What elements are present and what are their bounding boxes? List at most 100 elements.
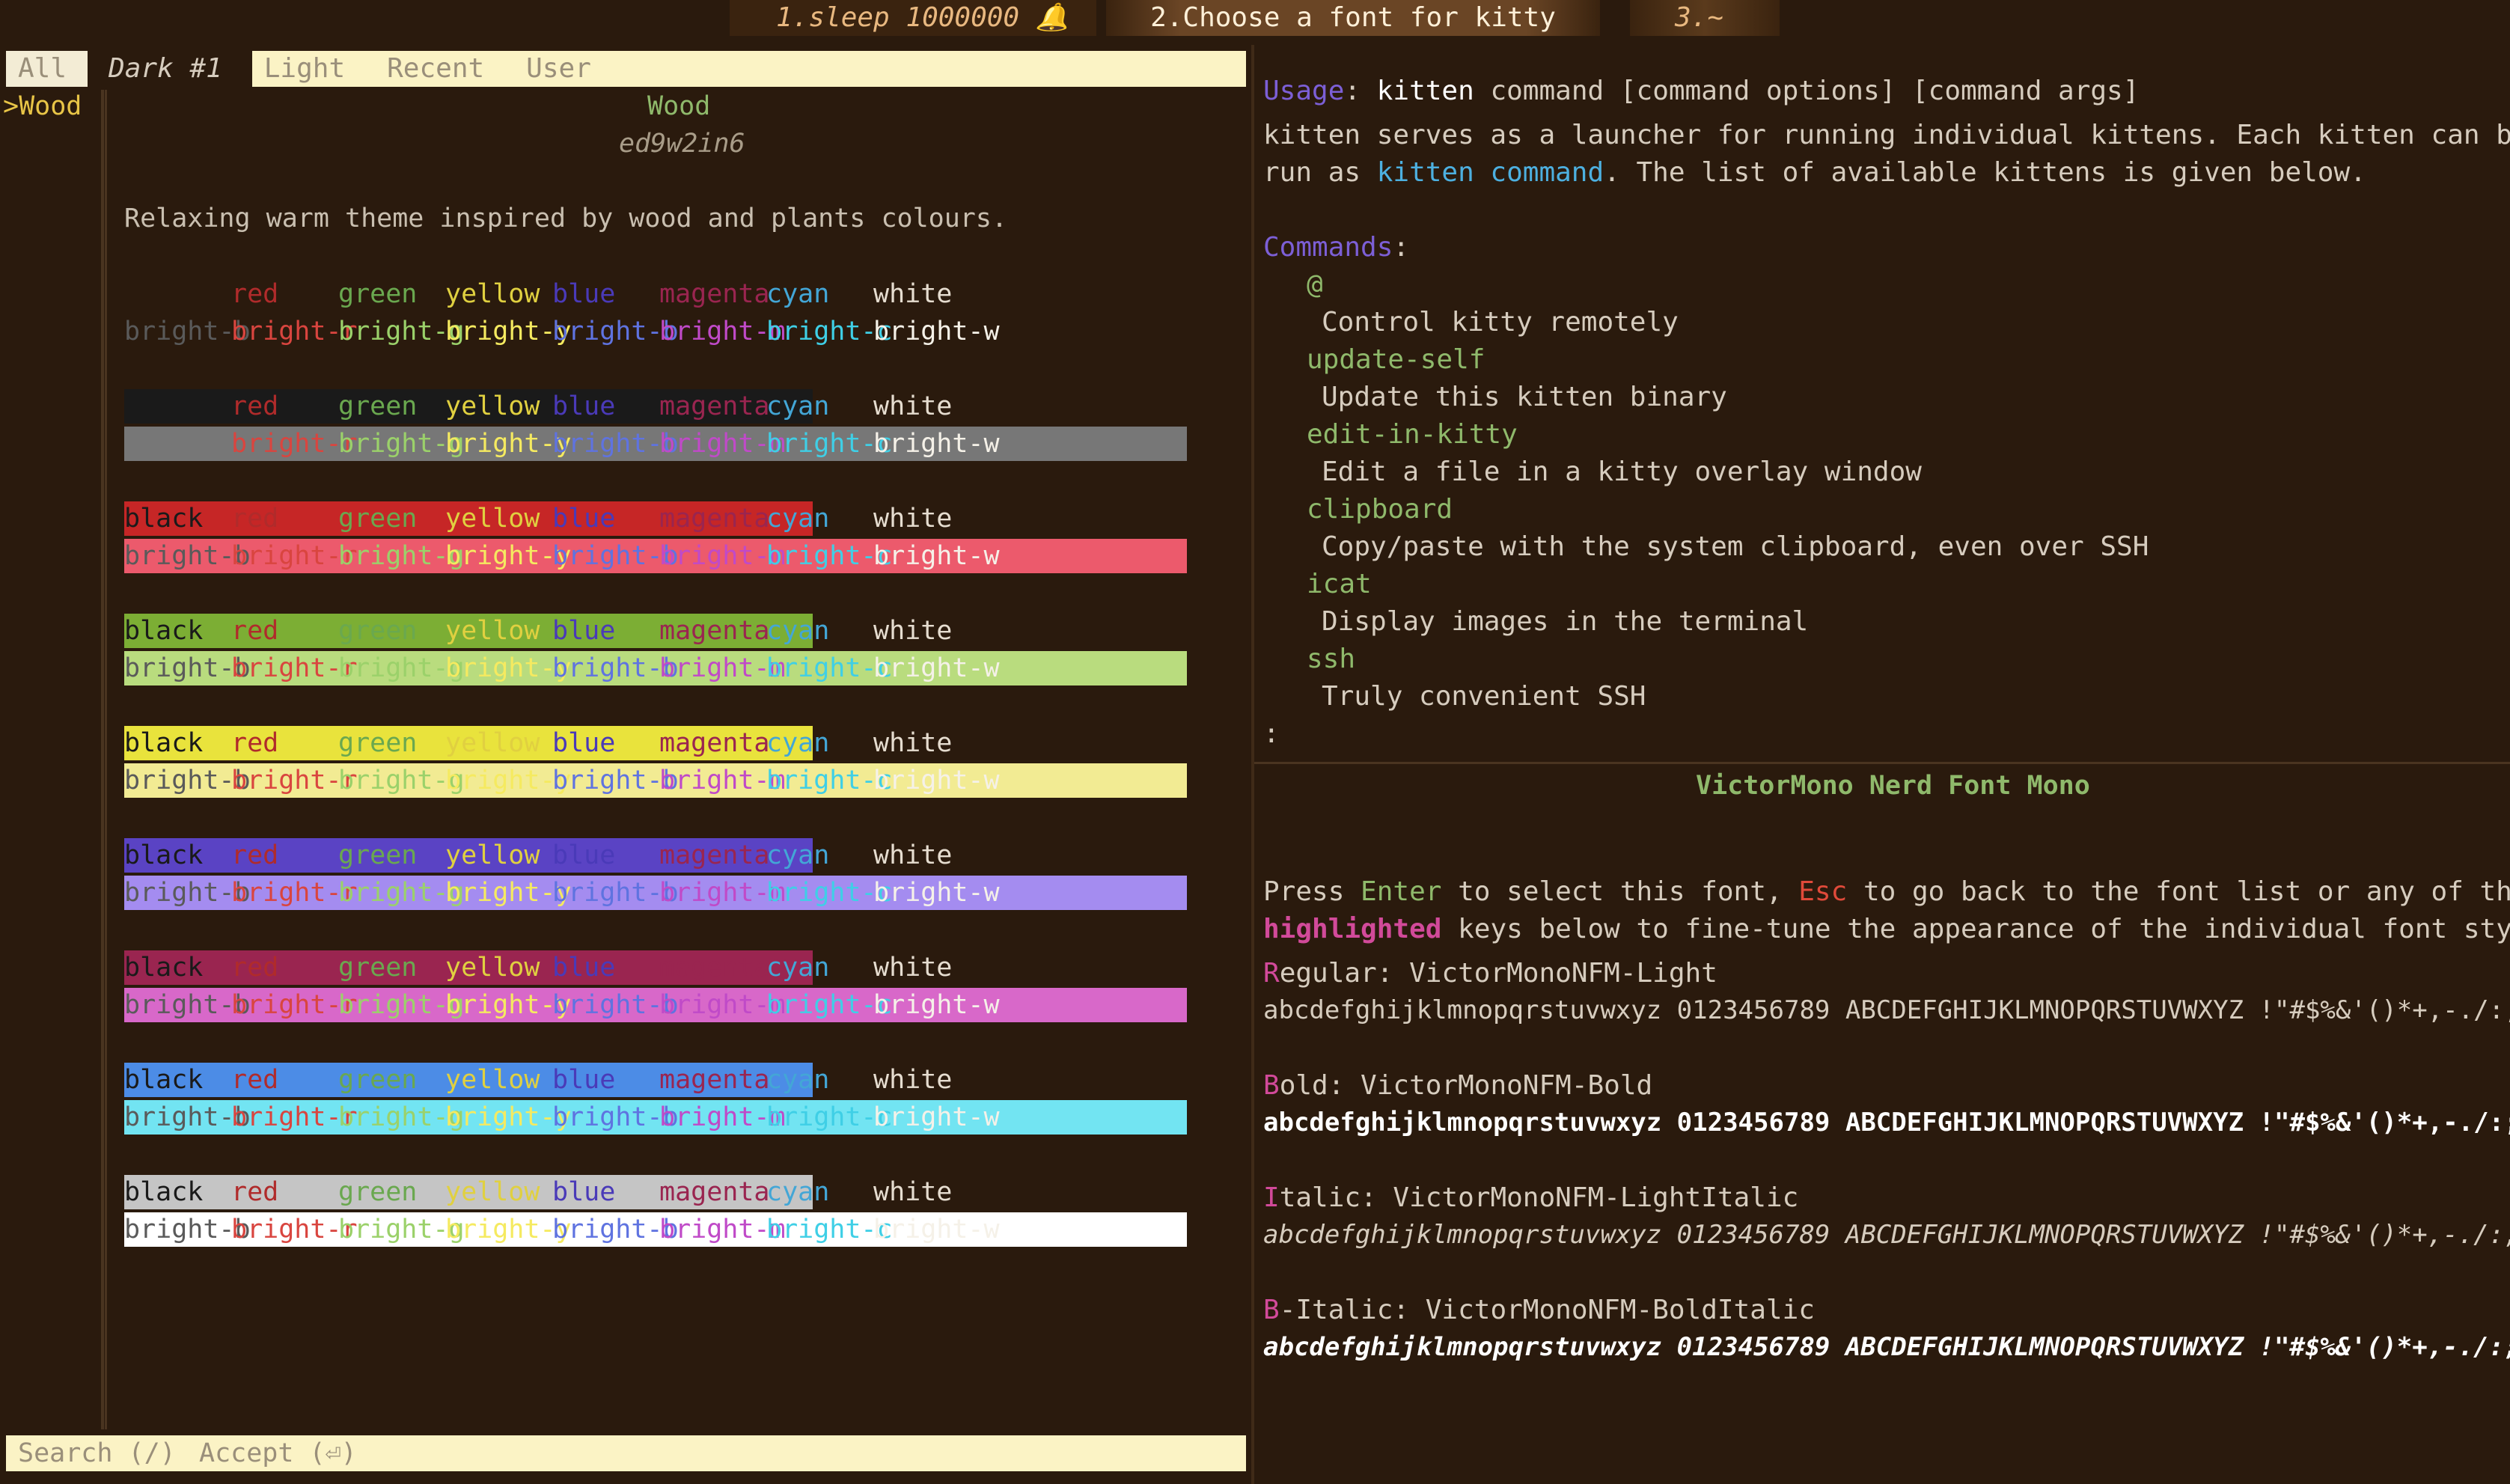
- swatch-label: bright-m: [659, 541, 786, 571]
- swatch-label: magenta: [659, 616, 770, 646]
- font-style-regular-label[interactable]: Regular: VictorMonoNFM-Light: [1263, 958, 1717, 989]
- swatch-label: bright-m: [659, 653, 786, 683]
- swatch-label: cyan: [766, 279, 830, 309]
- swatch-label: bright-c: [766, 990, 893, 1020]
- tab-3[interactable]: 3.~: [1630, 0, 1780, 36]
- swatch-label: bright-g: [338, 990, 465, 1020]
- bg-normal-row-2: black red green yellow blue magentacyan white: [124, 614, 952, 648]
- swatch-label: cyan: [766, 728, 830, 758]
- swatch-label: white: [873, 391, 953, 421]
- swatch-label: green: [338, 1177, 418, 1207]
- swatch-label: green: [338, 504, 418, 534]
- theme-list: [0, 90, 104, 1429]
- accept-hint[interactable]: Accept (⏎): [199, 1435, 357, 1471]
- swatch-label: yellow: [445, 1065, 540, 1095]
- swatch-label: cyan: [766, 1177, 830, 1207]
- swatch-label: black: [124, 1065, 204, 1095]
- swatch-label: yellow: [445, 279, 540, 309]
- pane-divider: [1251, 45, 1254, 1484]
- swatch-label: cyan: [766, 840, 830, 870]
- swatch-label: yellow: [445, 504, 540, 534]
- category-recent[interactable]: Recent: [375, 51, 505, 87]
- swatch-label: white: [873, 279, 953, 309]
- font-instructions-2: highlighted keys below to fine-tune the …: [1263, 914, 2510, 944]
- swatch-label: magenta: [659, 1065, 770, 1095]
- bell-icon: 🔔: [1035, 2, 1069, 33]
- kitten-description-2: run as kitten command. The list of avail…: [1263, 157, 2366, 188]
- plain-normal-row: blackredgreenyellowbluemagentacyanwhite: [124, 277, 952, 311]
- command-name: @: [1307, 269, 1323, 300]
- theme-name: Wood: [647, 91, 711, 121]
- swatch-label: bright-w: [873, 1102, 1000, 1132]
- swatch-label: bright-r: [231, 541, 358, 571]
- command-description: Update this kitten binary: [1322, 382, 1727, 412]
- swatch-label: bright-w: [873, 317, 1000, 346]
- bg-bright-row-5: bright-bbright-rbright-gbright-ybright-b…: [124, 988, 1187, 1022]
- swatch-label: bright-c: [766, 541, 893, 571]
- swatch-label: green: [338, 728, 418, 758]
- bg-normal-row-1: black red green yellow blue magentacyan white: [124, 501, 952, 536]
- tab-1[interactable]: 1.sleep 1000000 🔔: [730, 0, 1096, 36]
- swatch-label: bright-c: [766, 1215, 893, 1245]
- search-hint[interactable]: Search (/): [18, 1435, 176, 1471]
- swatch-label: bright-r: [231, 990, 358, 1020]
- commands-heading: Commands:: [1263, 232, 1410, 263]
- swatch-label: green: [338, 1065, 418, 1095]
- swatch-label: red: [231, 953, 279, 983]
- command-description: Truly convenient SSH: [1322, 681, 1646, 712]
- font-sample-bold: abcdefghijklmnopqrstuvwxyz 0123456789 AB…: [1263, 1108, 2510, 1138]
- category-light[interactable]: Light: [252, 51, 366, 87]
- tab-2[interactable]: 2.Choose a font for kitty: [1106, 0, 1600, 36]
- swatch-label: bright-g: [338, 317, 465, 346]
- swatch-label: bright-b: [552, 1102, 679, 1132]
- font-sample-bolditalic: abcdefghijklmnopqrstuvwxyz 0123456789 AB…: [1263, 1332, 2510, 1362]
- swatch-label: bright-c: [766, 317, 893, 346]
- theme-list-item-wood[interactable]: >Wood: [3, 91, 82, 121]
- swatch-label: red: [231, 840, 279, 870]
- category-user[interactable]: User: [514, 51, 612, 87]
- command-name: update-self: [1307, 344, 1485, 375]
- theme-status-bar: [6, 1435, 1246, 1471]
- swatch-label: bright-b: [124, 990, 251, 1020]
- swatch-label: bright-y: [445, 1102, 572, 1132]
- swatch-label: blue: [552, 1177, 616, 1207]
- theme-description: Relaxing warm theme inspired by wood and…: [124, 204, 1008, 233]
- swatch-label: bright-y: [445, 429, 572, 459]
- theme-list-border: [105, 90, 107, 1429]
- swatch-label: bright-m: [659, 317, 786, 346]
- swatch-label: bright-r: [231, 317, 358, 346]
- swatch-label: bright-b: [552, 317, 679, 346]
- swatch-label: cyan: [766, 953, 830, 983]
- category-dark[interactable]: Dark #1: [88, 51, 252, 87]
- swatch-label: red: [231, 728, 279, 758]
- font-style-bold-label[interactable]: Bold: VictorMonoNFM-Bold: [1263, 1070, 1652, 1101]
- style-hotkey: B: [1263, 1070, 1280, 1101]
- font-style-italic-label[interactable]: Italic: VictorMonoNFM-LightItalic: [1263, 1182, 1798, 1213]
- swatch-label: red: [231, 279, 279, 309]
- pager-prompt[interactable]: :: [1263, 718, 1280, 749]
- swatch-label: green: [338, 616, 418, 646]
- swatch-label: yellow: [445, 391, 540, 421]
- swatch-label: bright-m: [659, 429, 786, 459]
- swatch-label: white: [873, 504, 953, 534]
- command-description: Edit a file in a kitty overlay window: [1322, 457, 1922, 487]
- swatch-label: cyan: [766, 504, 830, 534]
- swatch-label: white: [873, 728, 953, 758]
- swatch-label: magenta: [659, 391, 770, 421]
- command-name: icat: [1307, 569, 1372, 599]
- swatch-label: bright-c: [766, 429, 893, 459]
- swatch-label: bright-c: [766, 878, 893, 908]
- swatch-label: bright-w: [873, 878, 1000, 908]
- swatch-label: bright-g: [338, 1215, 465, 1245]
- swatch-label: bright-r: [231, 878, 358, 908]
- bg-bright-row-6: bright-bbright-rbright-gbright-ybright-b…: [124, 1100, 1187, 1135]
- swatch-label: blue: [552, 504, 616, 534]
- swatch-label: red: [231, 391, 279, 421]
- swatch-label: red: [231, 1065, 279, 1095]
- swatch-label: black: [124, 616, 204, 646]
- swatch-label: bright-b: [124, 878, 251, 908]
- category-all[interactable]: All: [6, 51, 88, 87]
- font-style-bolditalic-label[interactable]: B-Italic: VictorMonoNFM-BoldItalic: [1263, 1295, 1815, 1325]
- bg-bright-row-1: bright-bbright-rbright-gbright-ybright-b…: [124, 539, 1187, 573]
- swatch-label: bright-r: [231, 429, 358, 459]
